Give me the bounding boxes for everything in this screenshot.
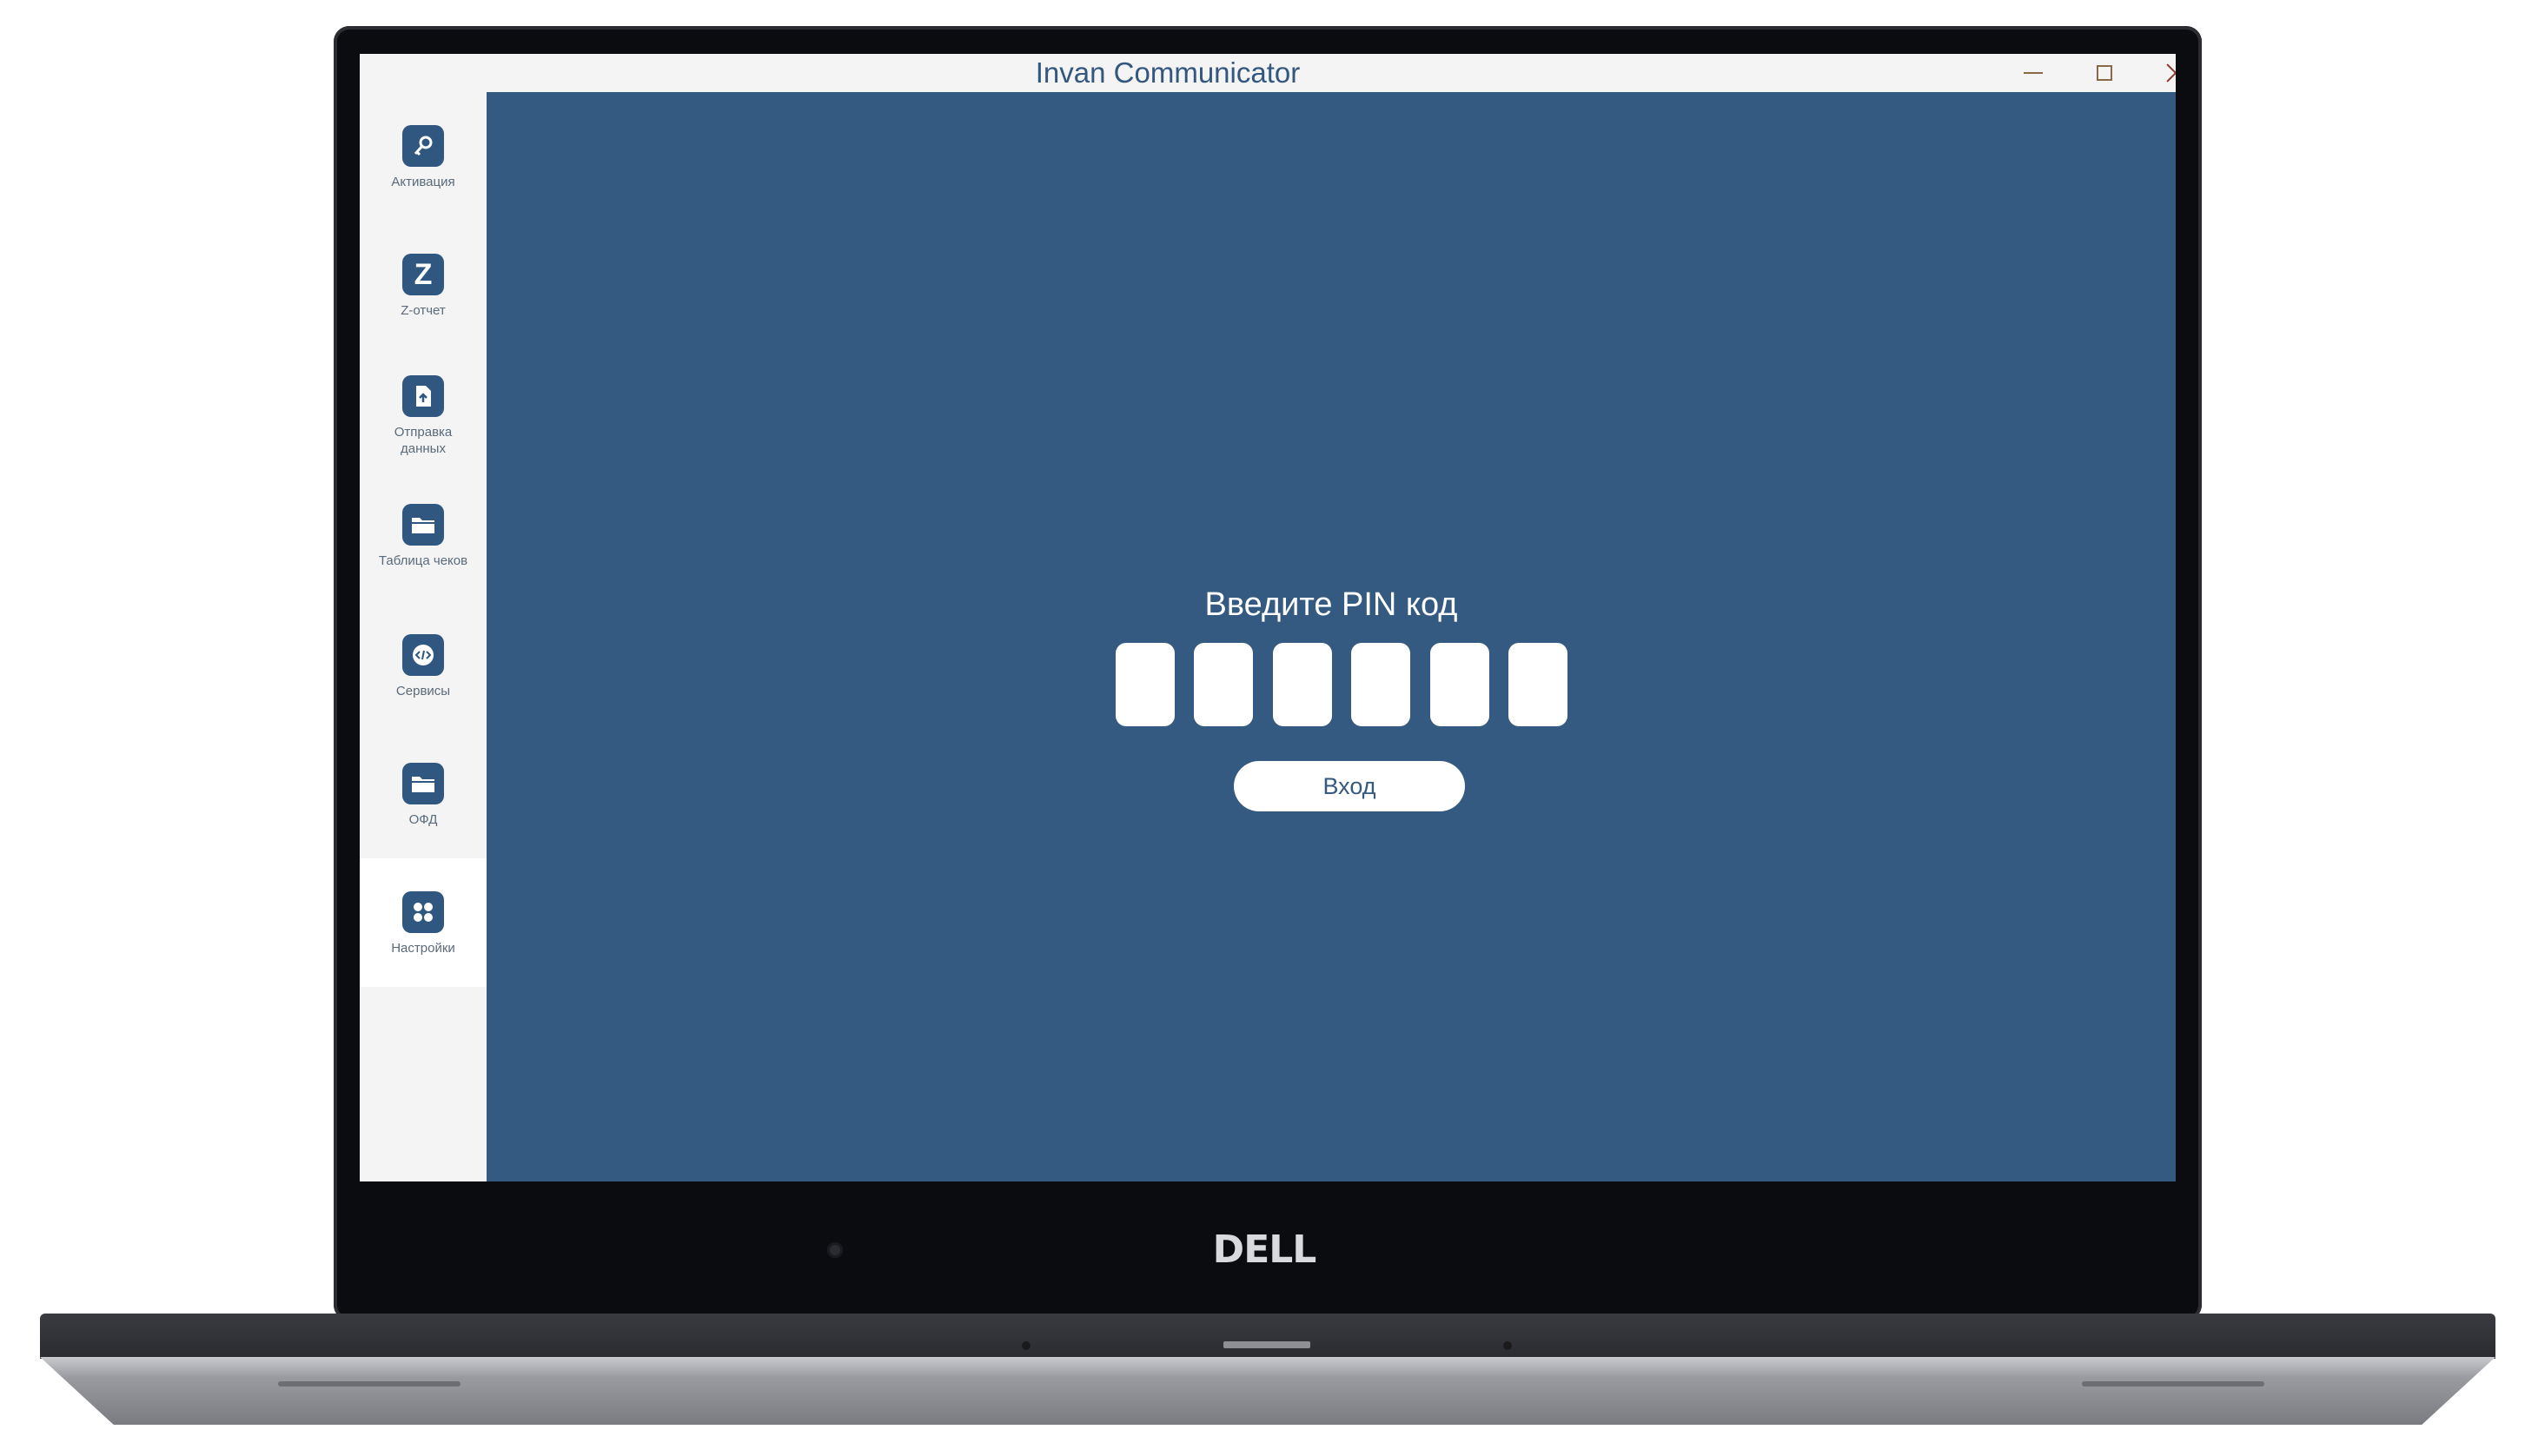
laptop-hinge <box>1223 1341 1310 1348</box>
pin-digit-2[interactable] <box>1194 643 1254 726</box>
code-icon <box>402 634 444 676</box>
sidebar-item-label: Сервисы <box>395 684 451 698</box>
send-data-icon <box>402 375 444 417</box>
sidebar-item-ofd[interactable]: ОФД <box>360 730 487 858</box>
login-button[interactable]: Вход <box>1234 761 1465 811</box>
window-title: Invan Communicator <box>1035 56 1301 89</box>
pin-digit-6[interactable] <box>1508 643 1567 726</box>
minimize-icon <box>2024 72 2043 74</box>
laptop-base <box>40 1314 2495 1359</box>
pin-title: Введите PIN код <box>1204 586 1458 623</box>
grid-icon <box>402 891 444 933</box>
pin-login-panel: Введите PIN код Вход <box>487 92 2176 1181</box>
sidebar-item-label: Активация <box>391 175 455 189</box>
sidebar: Активация Z Z-отчет Отправка данных Табл… <box>360 92 487 1181</box>
sidebar-item-z-report[interactable]: Z Z-отчет <box>360 221 487 349</box>
sidebar-item-receipts-table[interactable]: Таблица чеков <box>360 471 487 599</box>
hinge-dot-right <box>1503 1341 1512 1350</box>
sidebar-item-settings[interactable]: Настройки <box>360 858 487 987</box>
sidebar-item-label: Настройки <box>391 941 455 956</box>
close-icon <box>2165 63 2176 83</box>
title-bar: Invan Communicator <box>360 54 2176 92</box>
maximize-button[interactable] <box>2078 54 2131 92</box>
webcam-icon <box>827 1242 843 1258</box>
sidebar-item-label: Отправка данных <box>394 425 453 456</box>
sidebar-item-label: Таблица чеков <box>378 553 468 568</box>
pin-digit-3[interactable] <box>1272 643 1332 726</box>
key-icon <box>402 125 444 167</box>
laptop-base-bottom <box>40 1357 2495 1425</box>
sidebar-item-send-data[interactable]: Отправка данных <box>360 342 487 471</box>
app-window: Invan Communicator Активация Z Z-отчет О… <box>360 54 2176 1181</box>
brand-logo: DELL <box>1212 1228 1317 1272</box>
hinge-dot-left <box>1022 1341 1031 1350</box>
pin-input-group <box>1116 643 1567 728</box>
vent-right <box>2082 1381 2264 1387</box>
minimize-button[interactable] <box>2007 54 2059 92</box>
sidebar-item-services[interactable]: Сервисы <box>360 601 487 730</box>
sidebar-item-activation[interactable]: Активация <box>360 92 487 221</box>
folder-icon <box>402 504 444 546</box>
vent-left <box>278 1381 461 1387</box>
maximize-icon <box>2097 65 2112 81</box>
close-button[interactable] <box>2150 54 2176 92</box>
pin-digit-1[interactable] <box>1116 643 1175 726</box>
sidebar-item-label: Z-отчет <box>401 303 446 318</box>
z-report-icon: Z <box>402 254 444 295</box>
folder-icon <box>402 763 444 804</box>
pin-digit-4[interactable] <box>1351 643 1411 726</box>
pin-digit-5[interactable] <box>1429 643 1489 726</box>
sidebar-item-label: ОФД <box>408 812 438 827</box>
